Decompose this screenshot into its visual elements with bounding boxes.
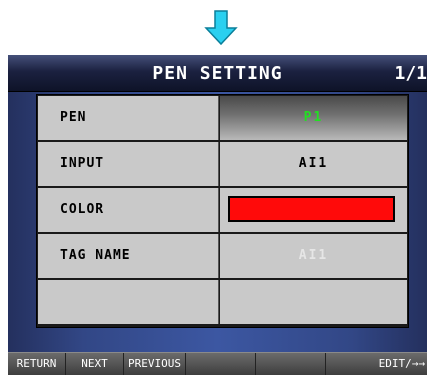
color-label: COLOR bbox=[60, 202, 105, 217]
table-row-input: INPUT AI1 bbox=[37, 141, 408, 186]
input-label-cell: INPUT bbox=[38, 142, 219, 186]
tag-name-value-button[interactable]: AI1 bbox=[220, 234, 407, 278]
table-row-pen: PEN P1 bbox=[37, 95, 408, 140]
empty-value-cell bbox=[220, 280, 407, 324]
color-value-button[interactable] bbox=[220, 188, 407, 232]
color-swatch bbox=[228, 196, 395, 222]
input-label: INPUT bbox=[60, 156, 105, 171]
return-button[interactable]: RETURN bbox=[8, 353, 66, 375]
blank-button-2[interactable] bbox=[256, 353, 326, 375]
page-title: PEN SETTING bbox=[152, 63, 283, 84]
next-button[interactable]: NEXT bbox=[66, 353, 124, 375]
empty-label-cell bbox=[38, 280, 219, 324]
tag-name-label-cell: TAG NAME bbox=[38, 234, 219, 278]
tag-name-label: TAG NAME bbox=[60, 248, 131, 263]
pen-value: P1 bbox=[303, 110, 324, 125]
footer-bar: RETURN NEXT PREVIOUS EDIT/→→ bbox=[8, 352, 427, 375]
pen-value-button[interactable]: P1 bbox=[220, 96, 407, 140]
down-arrow-icon bbox=[204, 10, 238, 46]
settings-table: PEN P1 INPUT AI1 COLOR TAG NAME AI1 bbox=[36, 94, 409, 328]
table-row-empty bbox=[37, 279, 408, 324]
page-indicator: 1/1 bbox=[394, 63, 427, 84]
pen-setting-panel: PEN SETTING 1/1 PEN P1 INPUT AI1 COLOR T… bbox=[8, 55, 427, 375]
edit-button[interactable]: EDIT/→→ bbox=[326, 353, 427, 375]
tag-name-value: AI1 bbox=[298, 248, 329, 263]
table-row-tag-name: TAG NAME AI1 bbox=[37, 233, 408, 278]
title-bar: PEN SETTING 1/1 bbox=[8, 55, 427, 92]
input-value-button[interactable]: AI1 bbox=[220, 142, 407, 186]
input-value: AI1 bbox=[298, 156, 329, 171]
color-label-cell: COLOR bbox=[38, 188, 219, 232]
pen-label: PEN bbox=[60, 110, 87, 125]
blank-button-1[interactable] bbox=[186, 353, 256, 375]
pen-label-cell: PEN bbox=[38, 96, 219, 140]
previous-button[interactable]: PREVIOUS bbox=[124, 353, 186, 375]
table-row-color: COLOR bbox=[37, 187, 408, 232]
